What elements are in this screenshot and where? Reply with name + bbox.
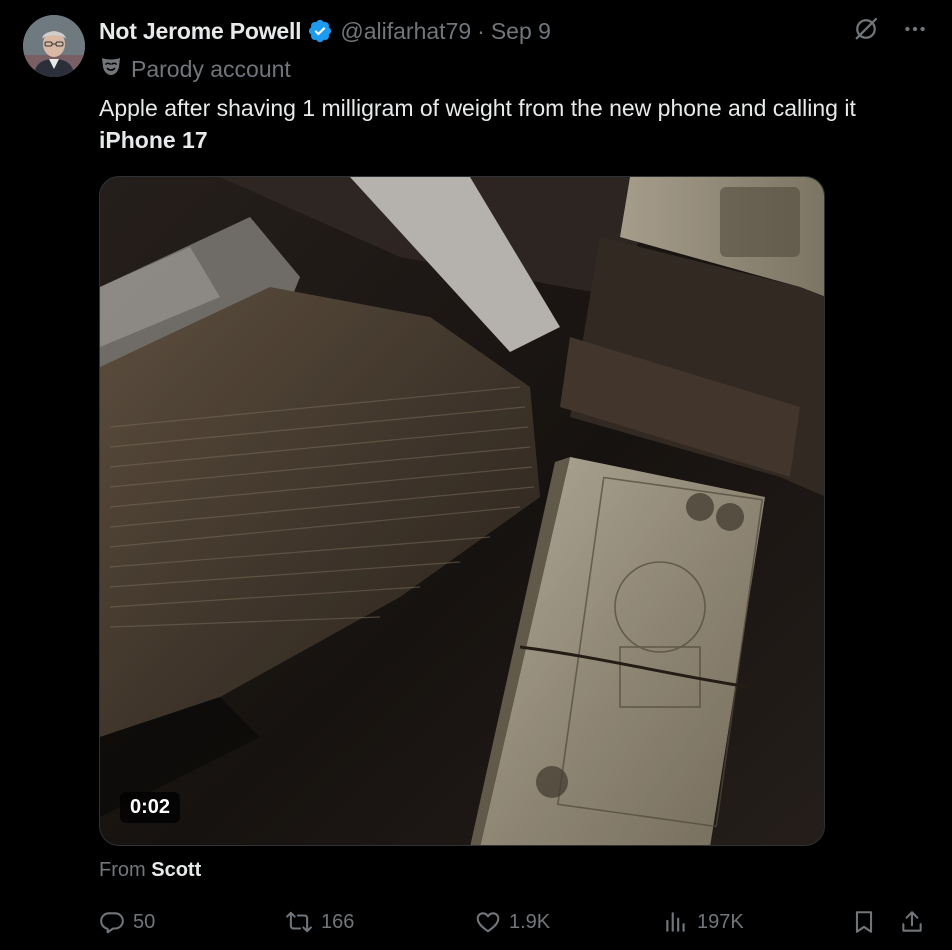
display-name[interactable]: Not Jerome Powell xyxy=(99,18,302,45)
share-icon xyxy=(902,911,922,932)
grok-icon[interactable] xyxy=(852,15,880,48)
avatar[interactable] xyxy=(23,15,85,77)
more-options-icon[interactable] xyxy=(902,16,928,47)
video-frame-image xyxy=(100,177,824,845)
heart-icon xyxy=(476,912,500,933)
share-button[interactable] xyxy=(899,902,925,942)
parody-label: Parody account xyxy=(99,53,291,85)
author-handle[interactable]: @alifarhat79 xyxy=(340,18,471,45)
attribution-prefix: From xyxy=(99,859,146,881)
tweet-text: Apple after shaving 1 milligram of weigh… xyxy=(99,92,929,156)
tweet-top-actions xyxy=(852,15,928,48)
views-count: 197K xyxy=(697,910,744,933)
tweet-text-line-1: Apple after shaving 1 milligram of weigh… xyxy=(99,95,856,121)
bookmark-button[interactable] xyxy=(851,902,877,942)
views-button[interactable]: 197K xyxy=(663,902,744,942)
like-button[interactable]: 1.9K xyxy=(475,902,550,942)
attribution-name[interactable]: Scott xyxy=(151,859,201,881)
reply-count: 50 xyxy=(133,910,156,933)
video-attribution: From Scott xyxy=(99,859,201,882)
bookmark-icon xyxy=(855,911,873,933)
reply-button[interactable]: 50 xyxy=(99,902,155,942)
tweet: Not Jerome Powell @alifarhat79 · Sep 9 P… xyxy=(0,0,952,950)
repost-icon xyxy=(286,911,312,933)
parody-label-text: Parody account xyxy=(131,55,291,82)
tweet-header: Not Jerome Powell @alifarhat79 · Sep 9 xyxy=(99,14,551,48)
video-player[interactable]: 0:02 xyxy=(99,176,825,846)
repost-count: 166 xyxy=(321,910,355,933)
parody-mask-icon xyxy=(99,54,123,84)
video-timestamp: 0:02 xyxy=(120,792,181,823)
reply-icon xyxy=(100,912,124,934)
tweet-actions-bar: 50 166 1.9K 197K xyxy=(99,902,929,942)
tweet-text-line-2: iPhone 17 xyxy=(99,127,208,153)
like-count: 1.9K xyxy=(509,910,551,933)
tweet-date[interactable]: Sep 9 xyxy=(491,18,551,45)
repost-button[interactable]: 166 xyxy=(285,902,354,942)
verified-badge-icon[interactable] xyxy=(307,18,333,44)
views-chart-icon xyxy=(666,912,685,932)
separator-dot: · xyxy=(477,17,485,44)
